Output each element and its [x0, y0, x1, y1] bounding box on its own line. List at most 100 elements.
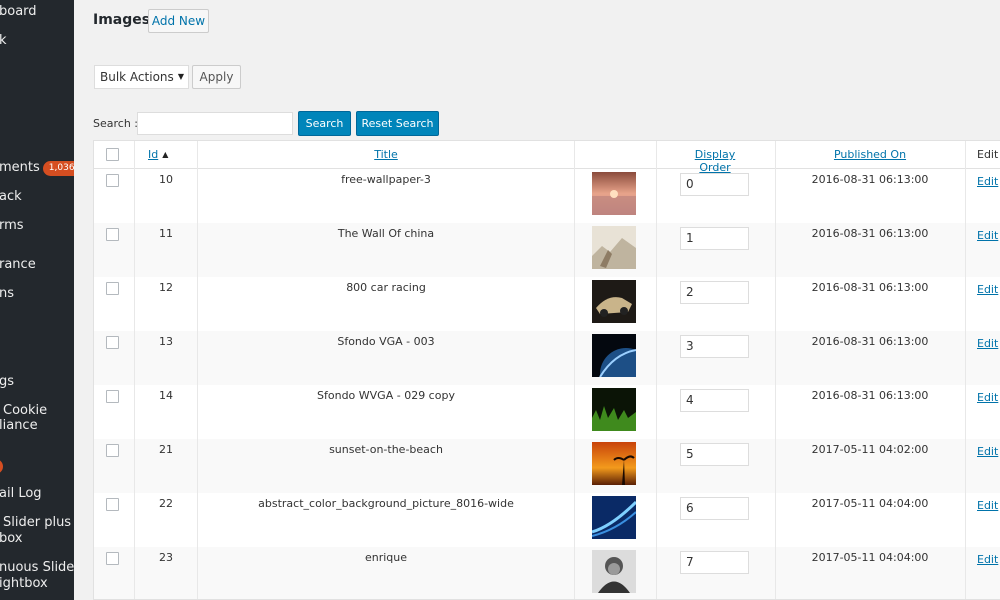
sidebar-item-label: box	[0, 531, 23, 546]
sidebar-item-cookie-compliance[interactable]: Cookie	[3, 403, 47, 419]
display-order-input[interactable]: 5	[680, 443, 749, 466]
sidebar-item-continuous-slider[interactable]: nuous Slider	[0, 560, 74, 576]
earth-space-thumbnail	[592, 334, 636, 377]
search-label: Search :	[93, 117, 138, 130]
column-header-display-order[interactable]: Display Order	[680, 148, 750, 174]
column-divider	[134, 141, 135, 599]
sort-id-link[interactable]: Id	[148, 148, 158, 161]
column-header-id[interactable]: Id ▲	[148, 148, 168, 161]
edit-link[interactable]: Edit	[977, 553, 998, 566]
row-checkbox[interactable]	[106, 552, 119, 565]
row-title: abstract_color_background_picture_8016-w…	[258, 497, 514, 510]
sort-published-on-link[interactable]: Published On	[834, 148, 906, 161]
row-title: free-wallpaper-3	[341, 173, 431, 186]
row-id: 21	[159, 443, 173, 456]
row-title: Sfondo VGA - 003	[337, 335, 435, 348]
beach-sunset-thumbnail	[592, 442, 636, 485]
edit-link[interactable]: Edit	[977, 499, 998, 512]
row-checkbox[interactable]	[106, 390, 119, 403]
table-row: 13 Sfondo VGA - 003 3 2016-08-31 06:13:0…	[94, 331, 1000, 385]
display-order-input[interactable]: 4	[680, 389, 749, 412]
row-published-on: 2016-08-31 06:13:00	[811, 281, 929, 294]
sidebar-item-label: liance	[0, 418, 38, 433]
edit-link[interactable]: Edit	[977, 283, 998, 296]
green-grass-thumbnail	[592, 388, 636, 431]
sidebar-item-label: nuous Slider	[0, 560, 74, 575]
apply-button[interactable]: Apply	[192, 65, 241, 89]
sidebar-item-appearance[interactable]: rance	[0, 257, 36, 273]
sidebar-item-slider-plus-lightbox-line2[interactable]: box	[0, 531, 23, 547]
column-divider	[965, 141, 966, 599]
select-all-checkbox[interactable]	[106, 148, 119, 161]
sidebar-item-updates[interactable]: 2	[0, 458, 3, 474]
row-checkbox[interactable]	[106, 282, 119, 295]
sort-title-link[interactable]: Title	[374, 148, 398, 161]
row-title: Sfondo WVGA - 029 copy	[317, 389, 455, 402]
display-order-input[interactable]: 3	[680, 335, 749, 358]
sidebar-item-jetpack[interactable]: k	[0, 33, 7, 49]
display-order-input[interactable]: 7	[680, 551, 749, 574]
edit-link[interactable]: Edit	[977, 391, 998, 404]
sidebar-item-label: k	[0, 33, 7, 48]
sort-display-order-link[interactable]: Display Order	[695, 148, 736, 174]
comments-count-badge: 1,036	[42, 161, 74, 176]
sidebar-item-forms[interactable]: rms	[0, 218, 24, 234]
sidebar-item-email-log[interactable]: ail Log	[0, 486, 42, 502]
sidebar-item-cookie-compliance-line2[interactable]: liance	[0, 418, 38, 434]
sidebar-item-continuous-slider-line2[interactable]: ightbox	[0, 576, 48, 592]
sort-ascending-icon: ▲	[162, 150, 169, 159]
sidebar-item-feedback[interactable]: ack	[0, 189, 22, 205]
portrait-thumbnail	[592, 550, 636, 593]
sidebar-item-slider-plus-lightbox[interactable]: Slider plus	[3, 515, 71, 531]
great-wall-thumbnail	[592, 226, 636, 269]
display-order-input[interactable]: 2	[680, 281, 749, 304]
table-row: 22 abstract_color_background_picture_801…	[94, 493, 1000, 547]
edit-link[interactable]: Edit	[977, 175, 998, 188]
display-order-input[interactable]: 1	[680, 227, 749, 250]
row-checkbox[interactable]	[106, 228, 119, 241]
edit-link[interactable]: Edit	[977, 445, 998, 458]
search-input[interactable]	[137, 112, 293, 135]
sidebar-item-comments[interactable]: ments 1,036	[0, 160, 74, 176]
sidebar-item-settings[interactable]: gs	[0, 374, 14, 390]
column-header-published-on[interactable]: Published On	[776, 148, 964, 161]
row-published-on: 2016-08-31 06:13:00	[811, 335, 929, 348]
row-published-on: 2017-05-11 04:02:00	[811, 443, 929, 456]
row-id: 23	[159, 551, 173, 564]
edit-link[interactable]: Edit	[977, 229, 998, 242]
reset-search-button[interactable]: Reset Search	[356, 111, 439, 136]
page-title: Images	[93, 12, 151, 28]
table-row: 23 enrique 7 2017-05-11 04:04:00 Edit	[94, 547, 1000, 599]
row-published-on: 2016-08-31 06:13:00	[811, 227, 929, 240]
column-divider	[197, 141, 198, 599]
row-id: 13	[159, 335, 173, 348]
search-button[interactable]: Search	[298, 111, 351, 136]
row-checkbox[interactable]	[106, 174, 119, 187]
sidebar-item-label: Slider plus	[3, 515, 72, 530]
row-published-on: 2017-05-11 04:04:00	[811, 551, 929, 564]
table-row: 14 Sfondo WVGA - 029 copy 4 2016-08-31 0…	[94, 385, 1000, 439]
car-racing-thumbnail	[592, 280, 636, 323]
sidebar-item-dashboard[interactable]: board	[0, 4, 37, 20]
edit-link[interactable]: Edit	[977, 337, 998, 350]
abstract-blue-thumbnail	[592, 496, 636, 539]
display-order-input[interactable]: 0	[680, 173, 749, 196]
sidebar-item-label: ns	[0, 286, 15, 301]
column-divider	[656, 141, 657, 599]
row-id: 11	[159, 227, 173, 240]
updates-count-badge: 2	[0, 459, 3, 474]
row-id: 10	[159, 173, 173, 186]
bulk-actions-select[interactable]: Bulk Actions ▼	[94, 65, 189, 89]
display-order-input[interactable]: 6	[680, 497, 749, 520]
add-new-button[interactable]: Add New	[148, 9, 209, 33]
admin-sidebar: board k ments 1,036 ack rms rance ns gs C…	[0, 0, 74, 600]
table-row: 10 free-wallpaper-3 0 2016-08-31 06:13:0…	[94, 169, 1000, 223]
sidebar-item-label: board	[0, 4, 37, 19]
row-checkbox[interactable]	[106, 444, 119, 457]
row-checkbox[interactable]	[106, 498, 119, 511]
row-checkbox[interactable]	[106, 336, 119, 349]
sidebar-item-plugins[interactable]: ns	[0, 286, 14, 302]
row-published-on: 2017-05-11 04:04:00	[811, 497, 929, 510]
column-header-title[interactable]: Title	[198, 148, 574, 161]
images-table: 10 free-wallpaper-3 0 2016-08-31 06:13:0…	[93, 140, 1000, 600]
